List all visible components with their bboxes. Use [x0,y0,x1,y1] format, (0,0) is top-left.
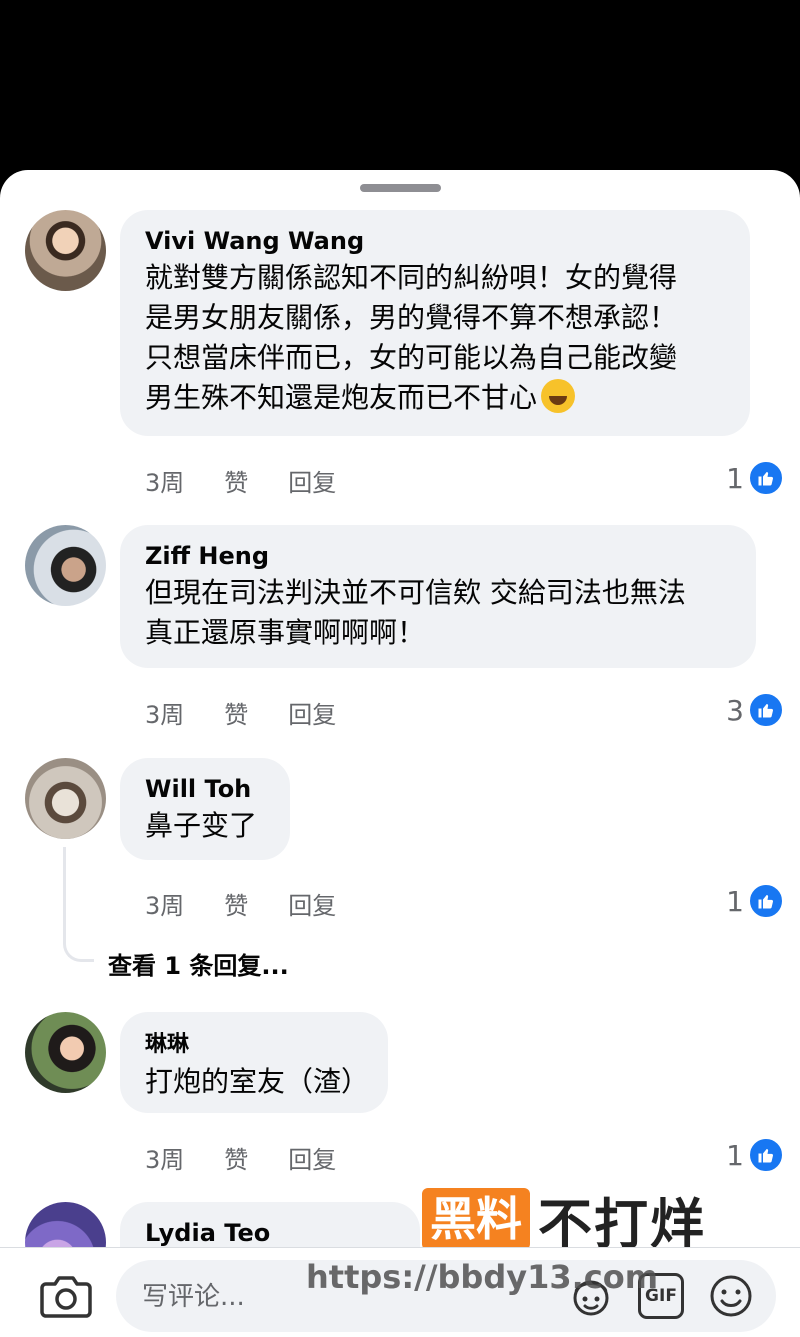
comment-line: 就對雙方關係認知不同的糾紛唄！女的覺得 [145,261,678,294]
comment-text: 但現在司法判決並不可信欸 交給司法也無法 真正還原事實啊啊啊！ [145,573,732,653]
reply-thread-line [63,847,94,962]
reaction-summary[interactable]: 3 [726,692,784,728]
comment-composer: GIF https://bbdy13.com [0,1247,800,1337]
comment-line: 打炮的室友（渣） [145,1065,370,1098]
comment-bubble[interactable]: Ziff Heng 但現在司法判決並不可信欸 交給司法也無法 真正還原事實啊啊啊… [120,525,756,668]
comment-input-container[interactable]: GIF [116,1260,776,1332]
commenter-name[interactable]: 琳琳 [145,1028,364,1062]
like-link[interactable]: 赞 [224,1140,248,1175]
reply-link[interactable]: 回复 [288,695,336,730]
watermark-logo: 黑料 不打烊 [422,1187,706,1256]
comment-text: 打炮的室友（渣） [145,1062,370,1102]
thumbs-up-icon [748,1137,784,1173]
reply-link[interactable]: 回复 [288,886,336,921]
commenter-name[interactable]: Vivi Wang Wang [145,224,726,258]
avatar[interactable] [25,758,106,839]
emoji-icon[interactable] [708,1273,754,1319]
comment-bubble[interactable]: Vivi Wang Wang 就對雙方關係認知不同的糾紛唄！女的覺得 是男女朋友… [120,210,750,436]
reply-link[interactable]: 回复 [288,463,336,498]
commenter-name[interactable]: Will Toh [145,772,266,806]
reaction-summary[interactable]: 1 [726,460,784,496]
comment-bubble[interactable]: Will Toh 鼻子变了 [120,758,290,860]
avatar[interactable] [25,1012,106,1093]
thumbs-up-icon [748,460,784,496]
comment-line: 男生殊不知還是炮友而已不甘心 [145,378,726,418]
like-link[interactable]: 赞 [224,695,248,730]
comment-line: 但現在司法判決並不可信欸 交給司法也無法 [145,576,686,609]
comment-text: 鼻子变了 [145,806,266,846]
rolling-laughing-emoji-icon [541,379,576,413]
comment-line: 是男女朋友關係，男的覺得不算不想承認！ [145,301,678,334]
comment-line: 只想當床伴而已，女的可能以為自己能改變 [145,341,678,374]
comment-time: 3周 [145,891,185,920]
like-count: 1 [726,1138,744,1172]
gif-icon[interactable]: GIF [638,1273,684,1319]
reaction-summary[interactable]: 1 [726,1137,784,1173]
drag-handle[interactable] [360,184,441,192]
avatar[interactable] [25,210,106,291]
comment-actions: 3周 赞 回复 [145,463,336,498]
comment-line: 鼻子变了 [145,809,258,842]
avatar[interactable] [25,525,106,606]
like-link[interactable]: 赞 [224,463,248,498]
avatar-sticker-icon[interactable] [568,1273,614,1319]
camera-icon[interactable] [40,1272,92,1320]
view-replies-link[interactable]: 查看 1 条回复... [108,946,289,981]
comment-line: 真正還原事實啊啊啊！ [145,616,426,649]
comment-input[interactable] [140,1274,544,1320]
comment-actions: 3周 赞 回复 [145,695,336,730]
comment-line-text: 男生殊不知還是炮友而已不甘心 [145,381,538,414]
comment-time: 3周 [145,1145,185,1174]
comment-bubble[interactable]: 琳琳 打炮的室友（渣） [120,1012,388,1113]
like-count: 1 [726,884,744,918]
like-link[interactable]: 赞 [224,886,248,921]
reply-link[interactable]: 回复 [288,1140,336,1175]
watermark-box-text: 黑料 [422,1188,530,1250]
comment-actions: 3周 赞 回复 [145,1140,336,1175]
thumbs-up-icon [748,692,784,728]
comment-time: 3周 [145,468,185,497]
comment-actions: 3周 赞 回复 [145,886,336,921]
comment-text: 就對雙方關係認知不同的糾紛唄！女的覺得 是男女朋友關係，男的覺得不算不想承認！ … [145,258,726,418]
like-count: 1 [726,461,744,495]
reaction-summary[interactable]: 1 [726,883,784,919]
like-count: 3 [726,693,744,727]
commenter-name[interactable]: Lydia Teo [145,1216,396,1250]
thumbs-up-icon [748,883,784,919]
comment-time: 3周 [145,700,185,729]
commenter-name[interactable]: Ziff Heng [145,539,732,573]
comments-sheet: Vivi Wang Wang 就對雙方關係認知不同的糾紛唄！女的覺得 是男女朋友… [0,170,800,1337]
